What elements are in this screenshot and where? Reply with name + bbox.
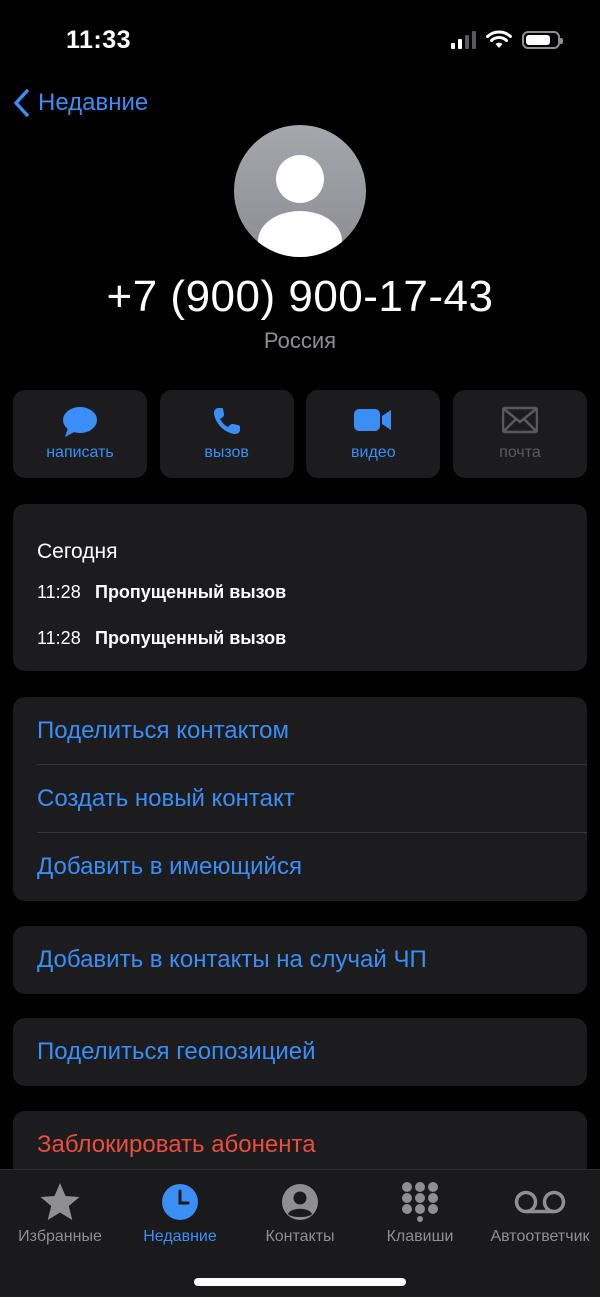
create-contact-button[interactable]: Создать новый контакт: [13, 765, 587, 833]
status-time: 11:33: [66, 26, 132, 54]
home-indicator[interactable]: [194, 1278, 406, 1286]
tab-keypad[interactable]: Клавиши: [360, 1180, 480, 1246]
tab-voicemail[interactable]: Автоответчик: [480, 1180, 600, 1246]
call-row: 11:28 Пропущенный вызов: [37, 628, 286, 649]
star-icon: [40, 1183, 80, 1220]
mail-label: почта: [499, 444, 541, 461]
share-contact-button[interactable]: Поделиться контактом: [13, 697, 587, 765]
avatar: [234, 125, 366, 257]
call-button[interactable]: вызов: [159, 390, 294, 478]
phone-icon: [213, 408, 240, 434]
person-circle-icon: [282, 1184, 318, 1220]
tab-favorites[interactable]: Избранные: [0, 1180, 120, 1246]
keypad-icon: [402, 1182, 438, 1222]
status-icons: [451, 30, 563, 50]
battery-icon: [522, 31, 563, 49]
location-card: Поделиться геопозицией: [13, 1018, 587, 1086]
tab-label: Избранные: [18, 1228, 102, 1245]
call-label: вызов: [204, 444, 249, 461]
add-to-existing-button[interactable]: Добавить в имеющийся: [13, 833, 587, 901]
wifi-icon: [486, 30, 512, 48]
contact-country: Россия: [263, 328, 337, 353]
recent-calls-card: Сегодня 11:28 Пропущенный вызов 11:28 Проп…: [13, 504, 587, 671]
contact-phone-number: +7 (900) 900-17-43: [106, 272, 494, 321]
back-label: Недавние: [38, 89, 149, 116]
message-label: написать: [46, 444, 114, 461]
add-emergency-contact-button[interactable]: Добавить в контакты на случай ЧП: [13, 926, 587, 994]
tab-recents[interactable]: Недавние: [120, 1180, 240, 1246]
contact-details-screen: 11:33 Недавние +7 (900) 900-17-43 Россия: [0, 0, 600, 1297]
recents-date-title: Сегодня: [37, 540, 118, 563]
call-time: 11:28: [37, 628, 81, 648]
chevron-left-icon: [14, 89, 29, 117]
share-location-button[interactable]: Поделиться геопозицией: [13, 1018, 587, 1086]
voicemail-icon: [514, 1190, 566, 1214]
tab-label: Автоответчик: [490, 1228, 590, 1245]
video-button[interactable]: видео: [306, 390, 441, 478]
message-icon: [63, 407, 97, 437]
tab-contacts[interactable]: Контакты: [240, 1180, 360, 1246]
call-time: 11:28: [37, 582, 81, 602]
mail-button[interactable]: почта: [452, 390, 587, 478]
tab-label: Контакты: [265, 1228, 335, 1245]
mail-icon: [501, 406, 538, 434]
video-label: видео: [351, 444, 396, 461]
contact-actions-card: Поделиться контактом Создать новый конта…: [13, 697, 587, 901]
call-description: Пропущенный вызов: [95, 628, 287, 648]
call-description: Пропущенный вызов: [95, 582, 287, 602]
video-icon: [354, 409, 392, 431]
tab-label: Недавние: [143, 1228, 217, 1245]
message-button[interactable]: написать: [13, 390, 147, 478]
clock-icon: [162, 1184, 198, 1220]
emergency-card: Добавить в контакты на случай ЧП: [13, 926, 587, 994]
cellular-signal-icon: [451, 31, 476, 49]
action-buttons: написать вызов видео почта: [13, 390, 587, 478]
call-row: 11:28 Пропущенный вызов: [37, 582, 286, 603]
status-bar: 11:33: [0, 22, 600, 62]
back-button[interactable]: Недавние: [12, 88, 148, 118]
tab-label: Клавиши: [386, 1228, 454, 1245]
